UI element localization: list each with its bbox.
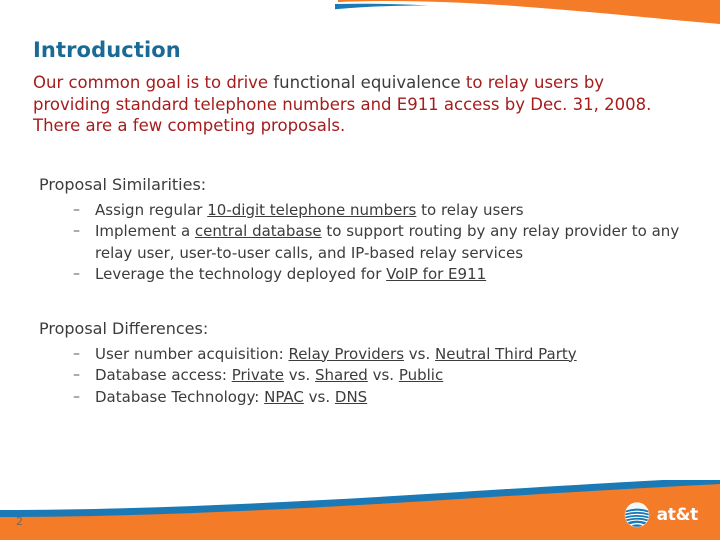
bullet-text-mid: vs.: [303, 387, 335, 406]
lead-paragraph-part1: Our common goal is to drive: [33, 73, 274, 92]
header-banner-decoration: [0, 0, 720, 40]
bullet-text-emphasis: 10-digit telephone numbers: [207, 200, 417, 219]
bullet-text-pre: User number acquisition:: [95, 344, 289, 363]
footer-banner-orange-shape: [0, 483, 720, 540]
list-item: Implement a central database to support …: [73, 221, 681, 264]
bullet-text-pre: Implement a: [95, 222, 195, 240]
bullet-text-emphasis: NPAC: [264, 387, 304, 406]
bullet-text-emphasis-2: DNS: [334, 387, 368, 406]
list-item: Assign regular 10-digit telephone number…: [73, 200, 681, 222]
lead-paragraph-highlight: functional equivalence: [273, 73, 461, 92]
bullet-text-emphasis: central database: [194, 222, 322, 240]
bullet-text-emphasis-3: Public: [398, 366, 444, 384]
att-wordmark: at&t: [656, 505, 699, 525]
att-globe-icon: [624, 502, 649, 528]
bullet-text-pre: Assign regular: [95, 200, 208, 219]
bullet-text-pre: Leverage the technology deployed for: [95, 265, 387, 283]
similarities-bullet-list: Assign regular 10-digit telephone number…: [33, 200, 681, 286]
similarities-heading: Proposal Similarities:: [39, 174, 207, 194]
list-item: Leverage the technology deployed for VoI…: [73, 264, 681, 286]
list-item: Database access: Private vs. Shared vs. …: [73, 365, 681, 387]
bullet-text-emphasis: VoIP for E911: [386, 265, 487, 283]
bullet-text-mid: vs.: [404, 344, 436, 363]
list-item: Database Technology: NPAC vs. DNS: [73, 387, 681, 409]
slide: Introduction Our common goal is to drive…: [0, 0, 720, 540]
page-title: Introduction: [33, 38, 181, 62]
list-item: User number acquisition: Relay Providers…: [73, 344, 681, 366]
header-banner-orange-shape: [338, 0, 720, 24]
bullet-text-mid: vs.: [284, 366, 316, 384]
footer-banner-decoration: [0, 480, 720, 540]
header-banner-blue-stroke: [335, 3, 720, 40]
differences-heading: Proposal Differences:: [39, 318, 209, 338]
bullet-text-emphasis: Private: [231, 366, 285, 384]
bullet-text-emphasis-2: Neutral Third Party: [435, 344, 577, 363]
bullet-text-pre: Database access:: [95, 366, 232, 384]
att-logo: at&t: [624, 502, 698, 528]
bullet-text-post: vs.: [367, 366, 399, 384]
bullet-text-post: to relay users: [416, 200, 524, 219]
bullet-text-emphasis-2: Shared: [315, 366, 368, 384]
footer-banner-blue-stroke: [0, 480, 720, 517]
bullet-text-pre: Database Technology:: [95, 387, 265, 406]
slide-body: Our common goal is to drive functional e…: [33, 72, 681, 408]
differences-bullet-list: User number acquisition: Relay Providers…: [33, 344, 681, 409]
lead-paragraph: Our common goal is to drive functional e…: [33, 72, 658, 137]
header-banner-white-mask: [0, 5, 720, 40]
slide-number: 2: [16, 515, 23, 528]
bullet-text-emphasis: Relay Providers: [288, 344, 405, 363]
